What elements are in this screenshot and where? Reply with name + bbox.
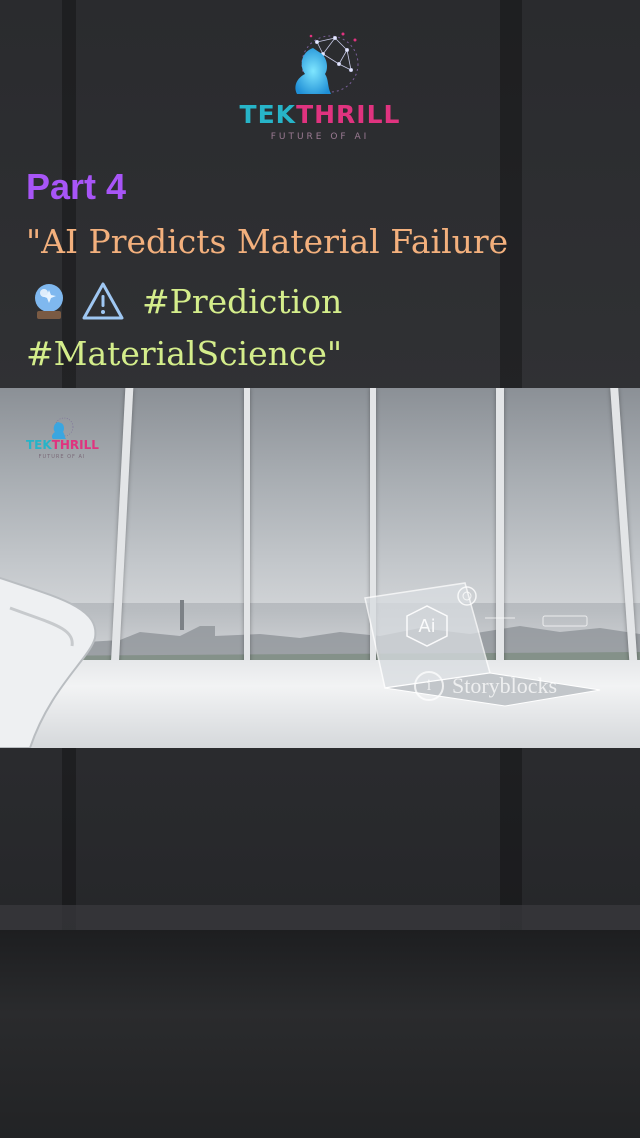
part-label: Part 4 <box>26 166 127 207</box>
brand-tagline: FUTURE OF AI <box>270 132 370 142</box>
ai-head-logo-icon <box>51 417 74 439</box>
window-mullion <box>244 388 250 668</box>
brand-logo: TEKTHRILL FUTURE OF AI <box>235 28 405 150</box>
hashtag-material-science[interactable]: #MaterialScience" <box>26 334 342 373</box>
background-sill <box>0 905 640 931</box>
ai-head-logo-icon <box>295 32 359 94</box>
background-floor <box>0 930 640 1138</box>
video-watermark-wordmark: TEKTHRILL <box>26 438 99 452</box>
storyblocks-text: Storyblocks <box>452 673 558 698</box>
video-frame[interactable]: Ai TEKTHRILL FUTURE OF AI i Storyblocks <box>0 388 640 748</box>
laptop-screen-text: Ai <box>418 616 435 637</box>
storyblocks-icon: i <box>414 671 444 701</box>
video-watermark-tagline: FUTURE OF AI <box>38 454 86 460</box>
hashtag-prediction[interactable]: #Prediction <box>142 282 342 321</box>
video-watermark-logo: TEKTHRILL FUTURE OF AI <box>26 416 99 466</box>
caption-title: "AI Predicts Material Failure <box>26 222 509 261</box>
crystal-ball-icon <box>26 278 72 324</box>
caption-emoji-row: #Prediction <box>26 278 342 324</box>
brand-wordmark: TEKTHRILL <box>239 100 401 129</box>
warning-icon <box>80 278 126 324</box>
storyblocks-watermark: i Storyblocks <box>414 670 557 702</box>
chair <box>0 576 97 748</box>
